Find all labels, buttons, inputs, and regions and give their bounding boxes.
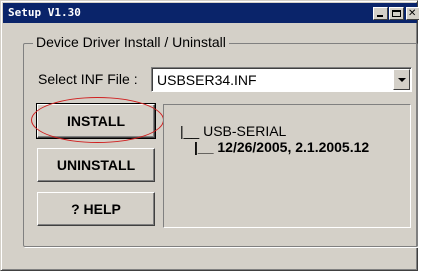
window-title: Setup V1.30 <box>8 6 81 19</box>
groupbox-label: Device Driver Install / Uninstall <box>33 33 229 51</box>
inf-file-label: Select INF File : <box>38 71 138 87</box>
minimize-button[interactable] <box>373 7 388 20</box>
maximize-button[interactable] <box>389 7 404 20</box>
uninstall-button[interactable]: UNINSTALL <box>37 148 155 182</box>
dropdown-arrow-icon[interactable] <box>393 69 410 90</box>
driver-info-panel: |__ USB-SERIAL |__ 12/26/2005, 2.1.2005.… <box>163 104 411 228</box>
close-icon: ✕ <box>408 8 417 19</box>
driver-version-line: |__ 12/26/2005, 2.1.2005.12 <box>194 139 370 155</box>
title-bar[interactable]: Setup V1.30 ✕ <box>3 3 419 23</box>
install-button[interactable]: INSTALL <box>36 103 156 139</box>
inf-file-select[interactable]: USBSER34.INF <box>151 67 412 92</box>
help-button[interactable]: ? HELP <box>37 192 155 226</box>
maximize-icon <box>392 10 401 17</box>
inf-file-value: USBSER34.INF <box>157 72 257 88</box>
driver-name-line: |__ USB-SERIAL <box>180 123 287 139</box>
minimize-icon <box>377 15 383 17</box>
close-button[interactable]: ✕ <box>406 7 419 20</box>
